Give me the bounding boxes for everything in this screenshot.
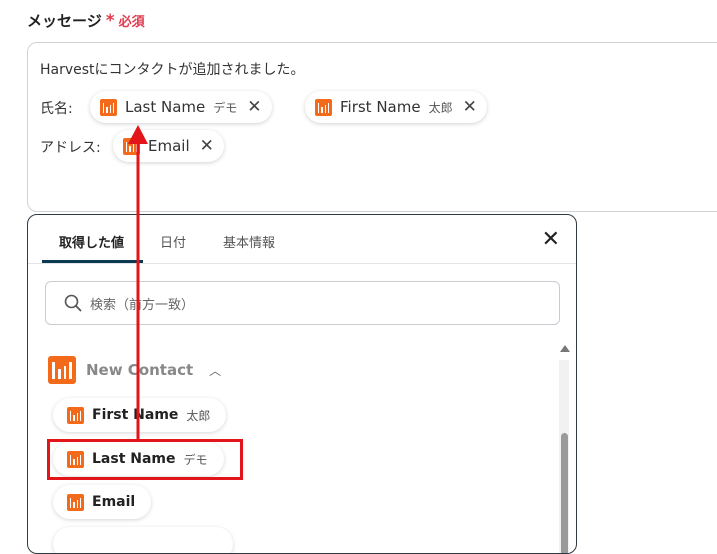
- annotation-arrow-icon: [128, 125, 148, 440]
